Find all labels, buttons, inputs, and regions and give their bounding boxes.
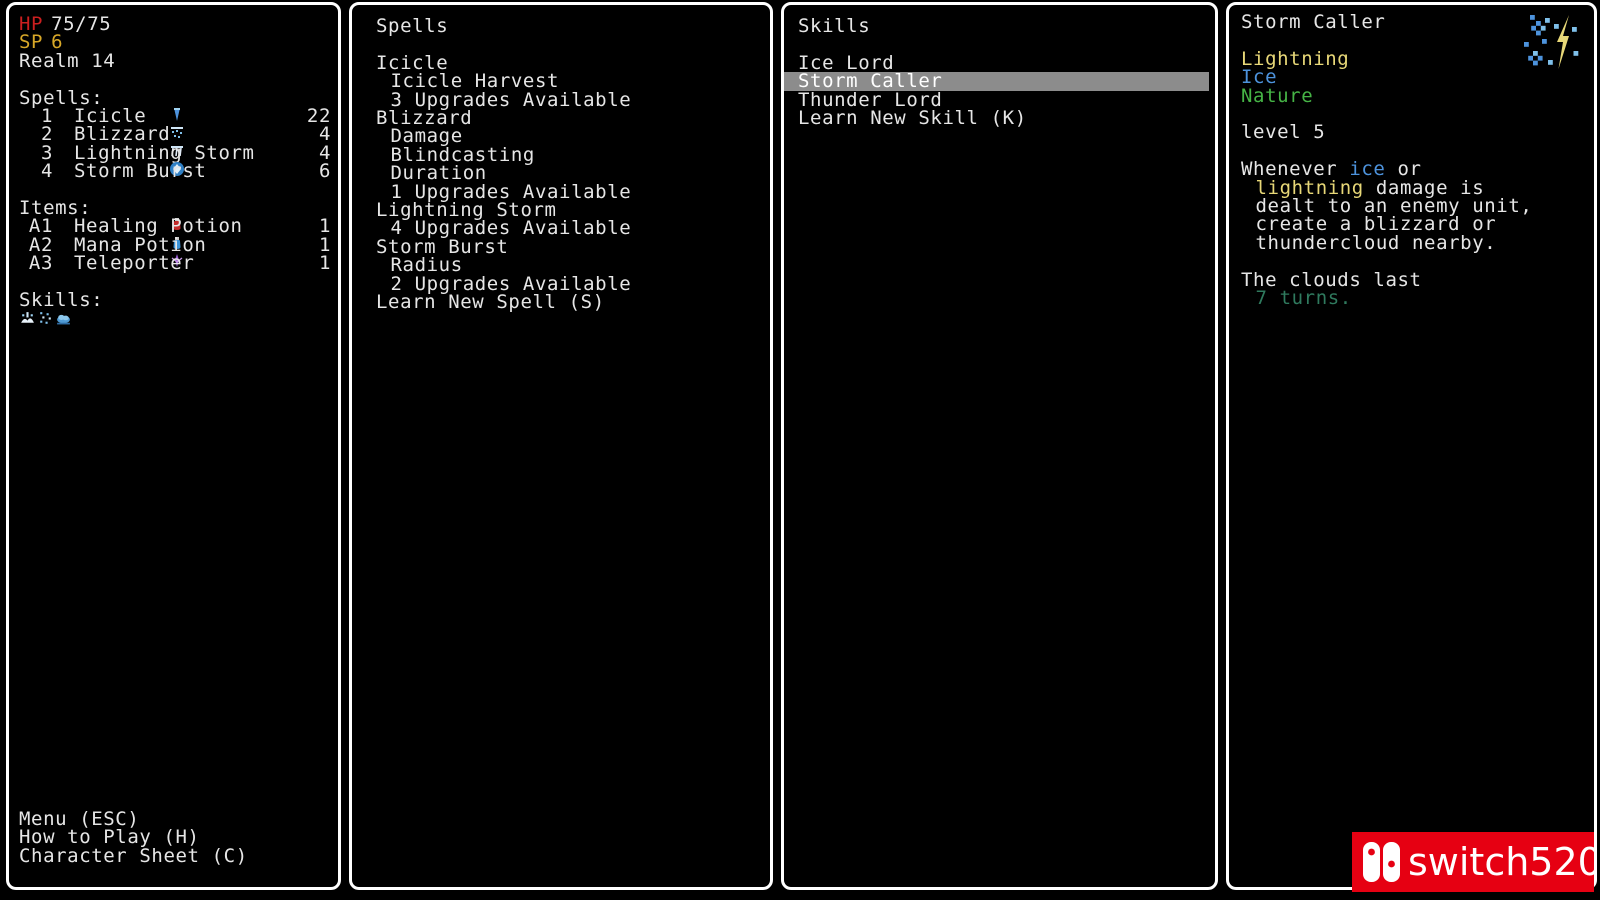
storm-caller-icon <box>1512 9 1584 81</box>
spell-count: 6 <box>318 160 331 183</box>
status-body: HP 75/75 SP 6 Realm 14 Spells: 1 Icicle <box>9 5 338 327</box>
status-footer: Menu (ESC) How to Play (H) Character She… <box>19 809 248 865</box>
spell-hotkey: 4 <box>40 160 53 183</box>
hp-row: HP 75/75 <box>19 14 338 33</box>
spell-slot-row[interactable]: 4 Storm Burst 6 <box>19 160 335 183</box>
detail-body: Storm Caller Lightning Ice Nature level … <box>1229 5 1594 310</box>
teleporter-icon <box>53 235 182 292</box>
learn-new-spell-option[interactable]: Learn New Spell (S) <box>376 292 770 311</box>
how-to-play-option[interactable]: How to Play (H) <box>19 827 248 846</box>
game-screen: HP 75/75 SP 6 Realm 14 Spells: 1 Icicle <box>0 0 1600 900</box>
duration-line-2: 7 turns. <box>1255 287 1352 310</box>
spell-upgrade-radius[interactable]: Radius <box>376 256 770 275</box>
detail-panel: Storm Caller Lightning Ice Nature level … <box>1226 2 1597 890</box>
watermark-text: switch520 <box>1408 840 1594 884</box>
character-sheet-option[interactable]: Character Sheet (C) <box>19 846 248 865</box>
skills-body: Skills Ice Lord Storm Caller Thunder Lor… <box>784 5 1215 128</box>
watermark: switch520 <box>1352 832 1594 892</box>
skills-header: Skills: <box>19 288 104 311</box>
item-count: 1 <box>318 252 331 275</box>
skill-icon-row <box>19 309 338 327</box>
spell-upgrade-duration[interactable]: Duration <box>376 164 770 183</box>
thunder-lord-icon[interactable] <box>55 310 72 327</box>
spell-upgrade-icicle-harvest[interactable]: Icicle Harvest <box>376 71 770 90</box>
item-slot-row[interactable]: A3 Teleporter 1 <box>19 252 335 275</box>
storm-burst-icon <box>53 143 184 200</box>
skill-level: level 5 <box>1241 121 1326 144</box>
spells-panel: Spells Icicle Icicle Harvest 3 Upgrades … <box>349 2 773 890</box>
skill-item-storm-caller[interactable]: Storm Caller <box>784 71 1209 91</box>
description-line: thundercloud nearby. <box>1255 231 1497 254</box>
status-panel: HP 75/75 SP 6 Realm 14 Spells: 1 Icicle <box>6 2 341 890</box>
element-tag-nature: Nature <box>1241 84 1314 107</box>
storm-caller-icon[interactable] <box>37 310 54 327</box>
ice-lord-icon[interactable] <box>19 310 36 327</box>
skills-panel-title: Skills <box>798 15 871 37</box>
spells-panel-title: Spells <box>376 15 449 37</box>
learn-new-skill-option[interactable]: Learn New Skill (K) <box>784 108 1215 127</box>
spells-body: Spells Icicle Icicle Harvest 3 Upgrades … <box>352 5 770 312</box>
item-hotkey: A3 <box>28 252 53 275</box>
realm-label: Realm 14 <box>19 49 116 72</box>
skills-panel: Skills Ice Lord Storm Caller Thunder Lor… <box>781 2 1218 890</box>
spell-name: Storm Burst <box>74 160 207 183</box>
nintendo-switch-logo-icon <box>1360 840 1404 884</box>
item-name: Teleporter <box>74 252 195 275</box>
